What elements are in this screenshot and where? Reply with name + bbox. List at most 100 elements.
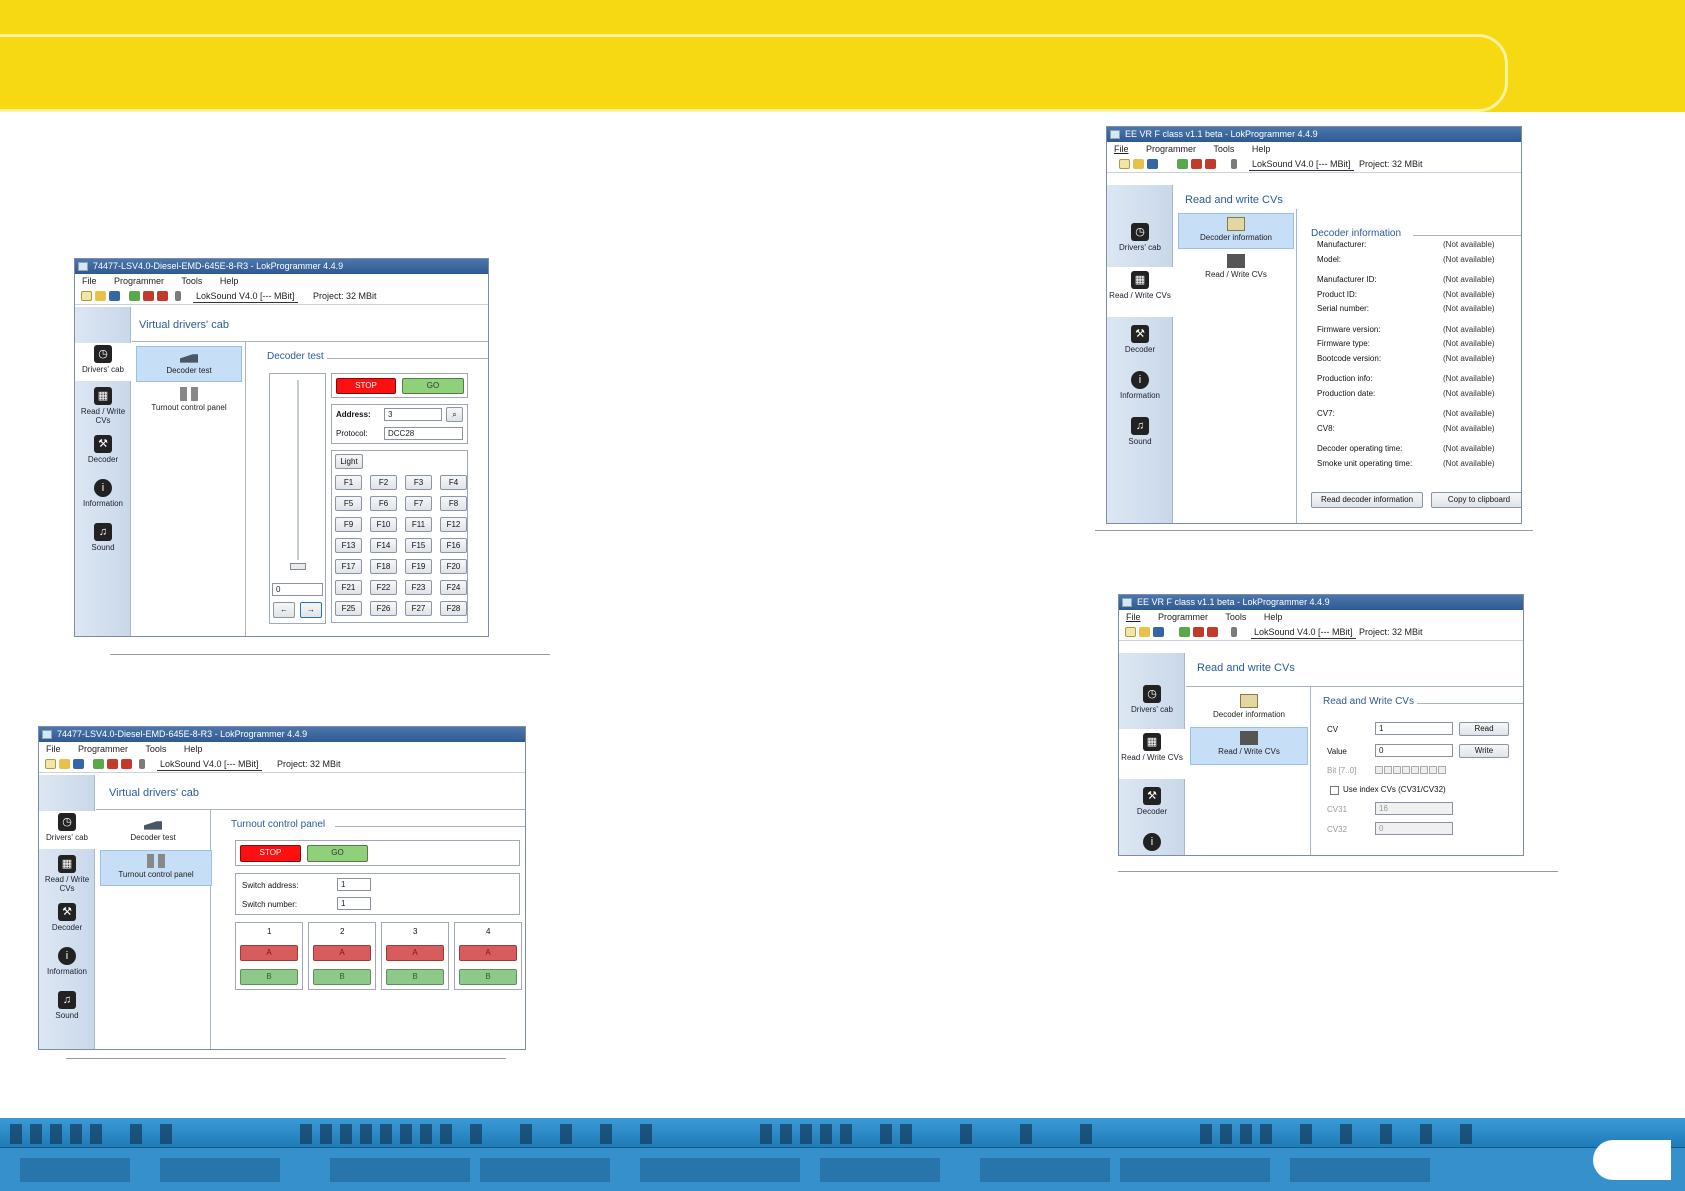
- list-item-turnout-control-panel[interactable]: Turnout control panel: [100, 850, 212, 886]
- function-key-f19[interactable]: F19: [405, 559, 432, 574]
- use-index-checkbox[interactable]: [1330, 786, 1339, 795]
- function-key-f10[interactable]: F10: [370, 517, 397, 532]
- stop-button[interactable]: STOP: [240, 845, 301, 862]
- function-key-f2[interactable]: F2: [370, 475, 397, 490]
- wand-icon[interactable]: [139, 759, 145, 769]
- speed-slider-track[interactable]: [297, 380, 299, 560]
- wand-icon[interactable]: [1231, 159, 1237, 169]
- nav-information[interactable]: i Information: [1107, 371, 1173, 407]
- function-key-f11[interactable]: F11: [405, 517, 432, 532]
- speed-slider-thumb[interactable]: [290, 563, 306, 570]
- menu-tools[interactable]: Tools: [181, 276, 202, 286]
- function-key-f8[interactable]: F8: [440, 496, 467, 511]
- write-icon[interactable]: [1191, 159, 1202, 169]
- function-key-f1[interactable]: F1: [335, 475, 362, 490]
- go-button[interactable]: GO: [402, 378, 464, 394]
- read-button[interactable]: Read: [1459, 722, 1509, 736]
- function-key-f14[interactable]: F14: [370, 538, 397, 553]
- bit-checkbox[interactable]: [1429, 766, 1437, 774]
- read-icon[interactable]: [1177, 159, 1188, 169]
- menu-programmer[interactable]: Programmer: [114, 276, 164, 286]
- menu-file[interactable]: File: [46, 744, 61, 754]
- switch-3-b-button[interactable]: B: [386, 969, 444, 985]
- open-icon[interactable]: [1133, 159, 1144, 169]
- play-icon[interactable]: [121, 759, 132, 769]
- nav-information[interactable]: i: [1119, 833, 1185, 855]
- play-icon[interactable]: [1205, 159, 1216, 169]
- direction-forward-button[interactable]: →: [300, 602, 322, 618]
- copy-to-clipboard-button[interactable]: Copy to clipboard: [1431, 492, 1521, 508]
- bit-checkbox[interactable]: [1438, 766, 1446, 774]
- list-item-decoder-information[interactable]: Decoder information: [1190, 691, 1308, 725]
- function-key-f23[interactable]: F23: [405, 580, 432, 595]
- switch-number-input[interactable]: 1: [337, 897, 371, 910]
- protocol-select[interactable]: DCC28: [384, 427, 463, 440]
- function-key-f12[interactable]: F12: [440, 517, 467, 532]
- direction-reverse-button[interactable]: ←: [273, 602, 295, 618]
- go-button[interactable]: GO: [307, 845, 368, 862]
- menu-help[interactable]: Help: [1252, 144, 1271, 154]
- function-key-f7[interactable]: F7: [405, 496, 432, 511]
- open-icon[interactable]: [59, 759, 70, 769]
- list-item-decoder-test[interactable]: Decoder test: [100, 814, 206, 848]
- value-input[interactable]: 0: [1375, 744, 1453, 757]
- function-key-f16[interactable]: F16: [440, 538, 467, 553]
- function-key-f20[interactable]: F20: [440, 559, 467, 574]
- list-item-read-write-cvs[interactable]: Read / Write CVs: [1178, 251, 1294, 285]
- function-key-f18[interactable]: F18: [370, 559, 397, 574]
- play-icon[interactable]: [157, 291, 168, 301]
- nav-sound[interactable]: ♫ Sound: [75, 523, 131, 557]
- nav-drivers-cab[interactable]: ◷ Drivers' cab: [75, 343, 131, 381]
- function-key-f21[interactable]: F21: [335, 580, 362, 595]
- menu-file[interactable]: File: [82, 276, 97, 286]
- list-item-decoder-information[interactable]: Decoder information: [1178, 213, 1294, 249]
- nav-decoder[interactable]: ⚒ Decoder: [1107, 325, 1173, 361]
- menu-tools[interactable]: Tools: [1225, 612, 1246, 622]
- switch-3-a-button[interactable]: A: [386, 945, 444, 961]
- nav-decoder[interactable]: ⚒ Decoder: [1119, 787, 1185, 823]
- play-icon[interactable]: [1207, 627, 1218, 637]
- light-button[interactable]: Light: [335, 454, 363, 469]
- nav-read-write-cvs[interactable]: ▦ Read / Write CVs: [1119, 729, 1185, 779]
- switch-4-b-button[interactable]: B: [459, 969, 517, 985]
- switch-1-b-button[interactable]: B: [240, 969, 298, 985]
- nav-read-write-cvs[interactable]: ▦ Read / Write CVs: [1107, 267, 1173, 317]
- decoder-type-combo[interactable]: LokSound V4.0 [--- MBit]: [193, 290, 298, 303]
- new-icon[interactable]: [1125, 627, 1136, 637]
- switch-4-a-button[interactable]: A: [459, 945, 517, 961]
- nav-decoder[interactable]: ⚒ Decoder: [75, 435, 131, 469]
- decoder-type-combo[interactable]: LokSound V4.0 [--- MBit]: [1251, 626, 1356, 639]
- nav-information[interactable]: i Information: [75, 479, 131, 513]
- function-key-f5[interactable]: F5: [335, 496, 362, 511]
- address-input[interactable]: 3: [384, 408, 442, 421]
- function-key-f15[interactable]: F15: [405, 538, 432, 553]
- menu-programmer[interactable]: Programmer: [1146, 144, 1196, 154]
- save-icon[interactable]: [73, 759, 84, 769]
- nav-drivers-cab[interactable]: ◷ Drivers' cab: [1107, 223, 1173, 265]
- menu-help[interactable]: Help: [220, 276, 239, 286]
- switch-2-b-button[interactable]: B: [313, 969, 371, 985]
- nav-read-write-cvs[interactable]: ▦ Read / Write CVs: [39, 855, 95, 897]
- save-icon[interactable]: [1153, 627, 1164, 637]
- function-key-f24[interactable]: F24: [440, 580, 467, 595]
- list-item-read-write-cvs[interactable]: Read / Write CVs: [1190, 727, 1308, 765]
- function-key-f4[interactable]: F4: [440, 475, 467, 490]
- function-key-f28[interactable]: F28: [440, 601, 467, 616]
- speed-input[interactable]: 0: [272, 583, 323, 596]
- list-item-decoder-test[interactable]: Decoder test: [136, 346, 242, 382]
- function-key-f25[interactable]: F25: [335, 601, 362, 616]
- bit-checkbox[interactable]: [1402, 766, 1410, 774]
- write-icon[interactable]: [143, 291, 154, 301]
- function-key-f6[interactable]: F6: [370, 496, 397, 511]
- wand-icon[interactable]: [1231, 627, 1237, 637]
- read-icon[interactable]: [93, 759, 104, 769]
- menu-help[interactable]: Help: [184, 744, 203, 754]
- menu-file[interactable]: File: [1126, 612, 1141, 622]
- bit-checkbox[interactable]: [1393, 766, 1401, 774]
- function-key-f27[interactable]: F27: [405, 601, 432, 616]
- switch-2-a-button[interactable]: A: [313, 945, 371, 961]
- menu-programmer[interactable]: Programmer: [78, 744, 128, 754]
- nav-decoder[interactable]: ⚒ Decoder: [39, 903, 95, 937]
- menu-programmer[interactable]: Programmer: [1158, 612, 1208, 622]
- nav-information[interactable]: i Information: [39, 947, 95, 981]
